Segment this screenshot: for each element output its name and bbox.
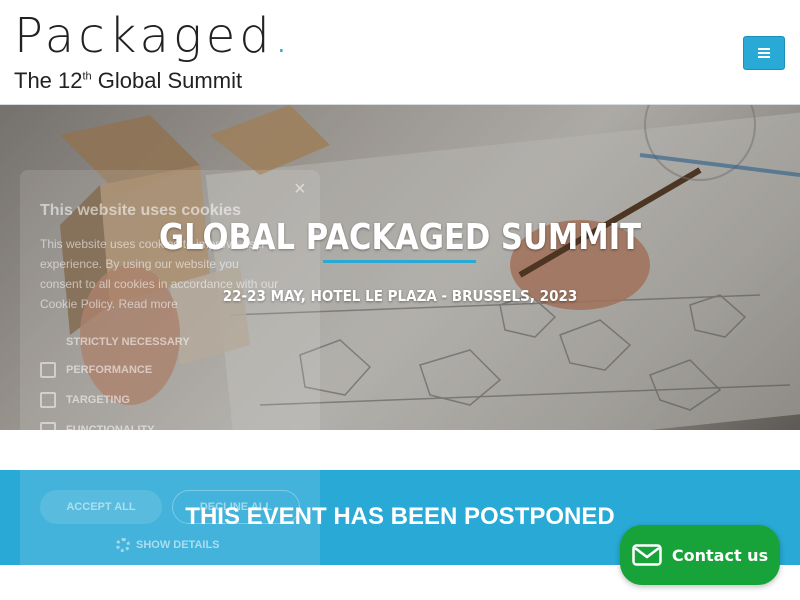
contact-us-button[interactable]: Contact us bbox=[620, 525, 780, 585]
show-details-link[interactable]: SHOW DETAILS bbox=[116, 538, 220, 552]
cookie-consent-panel: × This website uses cookies This website… bbox=[20, 170, 320, 580]
site-logo[interactable]: Packaged. The 12th Global Summit bbox=[14, 10, 293, 94]
cookie-option-performance[interactable]: PERFORMANCE bbox=[40, 362, 152, 378]
accept-all-button[interactable]: ACCEPT ALL bbox=[40, 490, 162, 524]
checkbox[interactable] bbox=[40, 452, 56, 468]
cookie-option-targeting[interactable]: TARGETING bbox=[40, 392, 130, 408]
logo-dot: . bbox=[273, 8, 294, 64]
cookie-option-functionality[interactable]: FUNCTIONALITY bbox=[40, 422, 155, 438]
checkbox[interactable] bbox=[40, 422, 56, 438]
logo-tagline: The 12th Global Summit bbox=[14, 68, 243, 93]
close-icon[interactable]: × bbox=[294, 178, 306, 201]
gear-icon bbox=[116, 538, 130, 552]
mail-icon bbox=[632, 544, 662, 566]
cookie-option-strictly-necessary: STRICTLY NECESSARY bbox=[66, 336, 190, 348]
decline-all-button[interactable]: DECLINE ALL bbox=[172, 490, 300, 524]
hero-title-underline bbox=[323, 260, 476, 263]
hamburger-icon bbox=[758, 48, 770, 58]
logo-wordmark: Packaged. bbox=[14, 8, 294, 64]
contact-us-label: Contact us bbox=[671, 545, 769, 565]
checkbox[interactable] bbox=[40, 392, 56, 408]
cookie-title: This website uses cookies bbox=[40, 202, 241, 219]
checkbox[interactable] bbox=[40, 362, 56, 378]
cookie-description: This website uses cookies to improve use… bbox=[40, 237, 279, 311]
site-header: Packaged. The 12th Global Summit bbox=[0, 0, 800, 105]
cookie-option-unclassified[interactable]: UNCLASSIFIED bbox=[40, 452, 147, 468]
menu-button[interactable] bbox=[743, 36, 785, 70]
